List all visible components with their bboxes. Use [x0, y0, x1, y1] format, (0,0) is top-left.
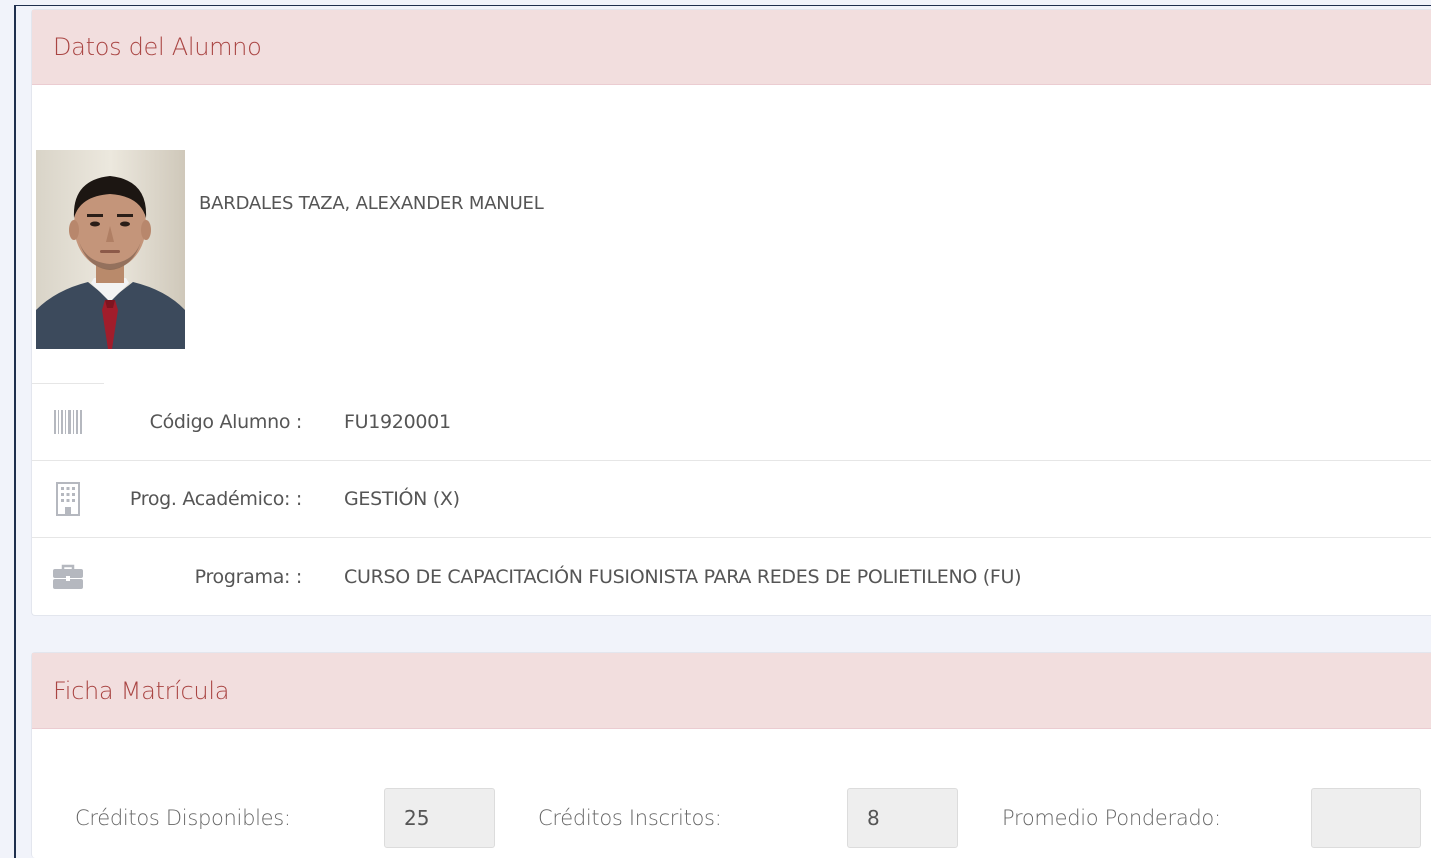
row-programa: Programa: : CURSO DE CAPACITACIÓN FUSION…	[32, 538, 1431, 615]
enrollment-panel-header: Ficha Matrícula	[32, 653, 1431, 729]
enrollment-panel-title: Ficha Matrícula	[53, 676, 230, 705]
creditos-inscritos-label: Créditos Inscritos:	[538, 806, 722, 830]
student-name: BARDALES TAZA, ALEXANDER MANUEL	[199, 193, 544, 214]
student-photo	[36, 150, 185, 349]
creditos-disponibles-label: Créditos Disponibles:	[75, 806, 291, 830]
row-value: GESTIÓN (X)	[344, 488, 460, 510]
window-frame-left	[14, 5, 16, 858]
promedio-ponderado-label: Promedio Ponderado:	[1002, 806, 1221, 830]
row-value: CURSO DE CAPACITACIÓN FUSIONISTA PARA RE…	[344, 565, 1022, 588]
credits-summary: Créditos Disponibles: 25 Créditos Inscri…	[32, 788, 1431, 848]
row-prog-academico: Prog. Académico: : GESTIÓN (X)	[32, 461, 1431, 538]
row-label: Código Alumno :	[149, 411, 303, 433]
barcode-icon	[53, 407, 83, 437]
student-panel-title: Datos del Alumno	[53, 33, 262, 61]
enrollment-panel: Ficha Matrícula Créditos Disponibles: 25…	[31, 652, 1431, 858]
briefcase-icon	[53, 562, 83, 592]
row-label: Programa: :	[194, 565, 303, 588]
row-codigo-alumno: Código Alumno : FU1920001	[32, 384, 1431, 461]
row-label: Prog. Académico: :	[129, 488, 302, 510]
window-frame-top	[14, 5, 1431, 6]
promedio-ponderado-field[interactable]	[1311, 788, 1421, 848]
row-value: FU1920001	[344, 411, 451, 433]
building-icon	[53, 482, 83, 516]
creditos-disponibles-field[interactable]: 25	[384, 788, 495, 848]
student-panel-header: Datos del Alumno	[32, 10, 1431, 85]
creditos-inscritos-field[interactable]: 8	[847, 788, 958, 848]
student-data-panel: Datos del Alumno BARDALES TAZA, ALEXANDE…	[31, 9, 1431, 616]
